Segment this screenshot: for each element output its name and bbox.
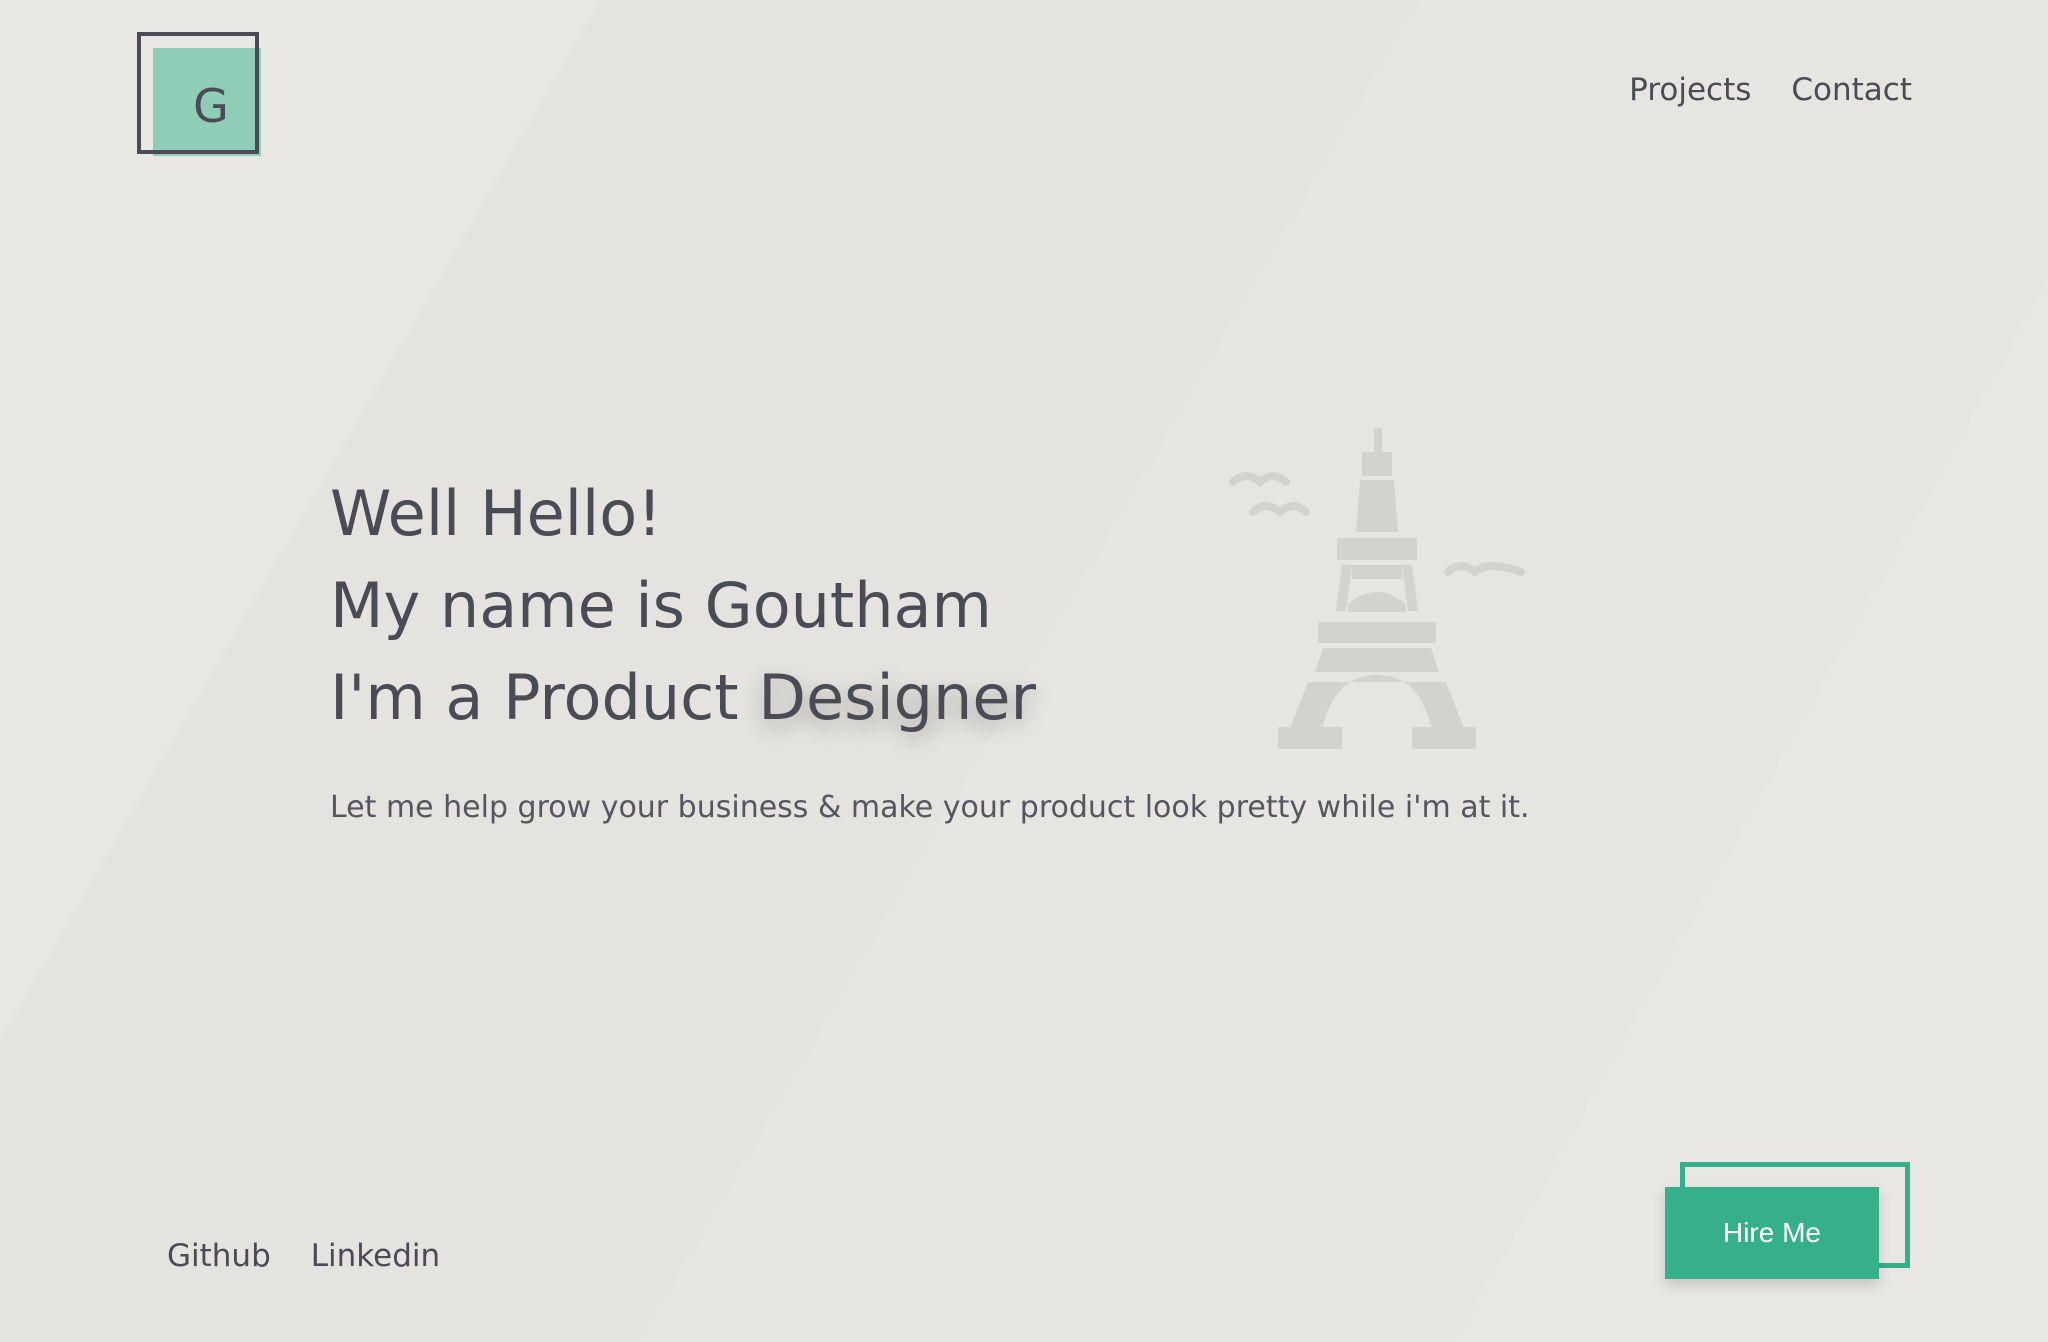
- eiffel-tower-icon: [1229, 428, 1525, 749]
- hero-role-prefix: I'm a Product: [330, 661, 759, 734]
- nav-contact-link[interactable]: Contact: [1791, 72, 1912, 108]
- top-nav: Projects Contact: [1629, 72, 1912, 108]
- social-links: Github Linkedin: [167, 1238, 440, 1274]
- hero-greeting: Well Hello!: [330, 477, 662, 550]
- hero-tagline: Let me help grow your business & make yo…: [330, 790, 1530, 825]
- hero-role: I'm a Product Designer: [330, 652, 1036, 744]
- logo-letter: G: [193, 79, 229, 133]
- hero-role-highlight: Designer: [758, 661, 1036, 734]
- hero-heading: Well Hello! My name is Goutham I'm a Pro…: [330, 468, 1036, 744]
- hire-me-cta: Hire Me: [1665, 1162, 1910, 1280]
- nav-projects-link[interactable]: Projects: [1629, 72, 1751, 108]
- logo[interactable]: G: [137, 32, 261, 156]
- linkedin-link[interactable]: Linkedin: [311, 1238, 440, 1274]
- github-link[interactable]: Github: [167, 1238, 271, 1274]
- hire-me-button[interactable]: Hire Me: [1665, 1187, 1879, 1279]
- hero-name: My name is Goutham: [330, 569, 992, 642]
